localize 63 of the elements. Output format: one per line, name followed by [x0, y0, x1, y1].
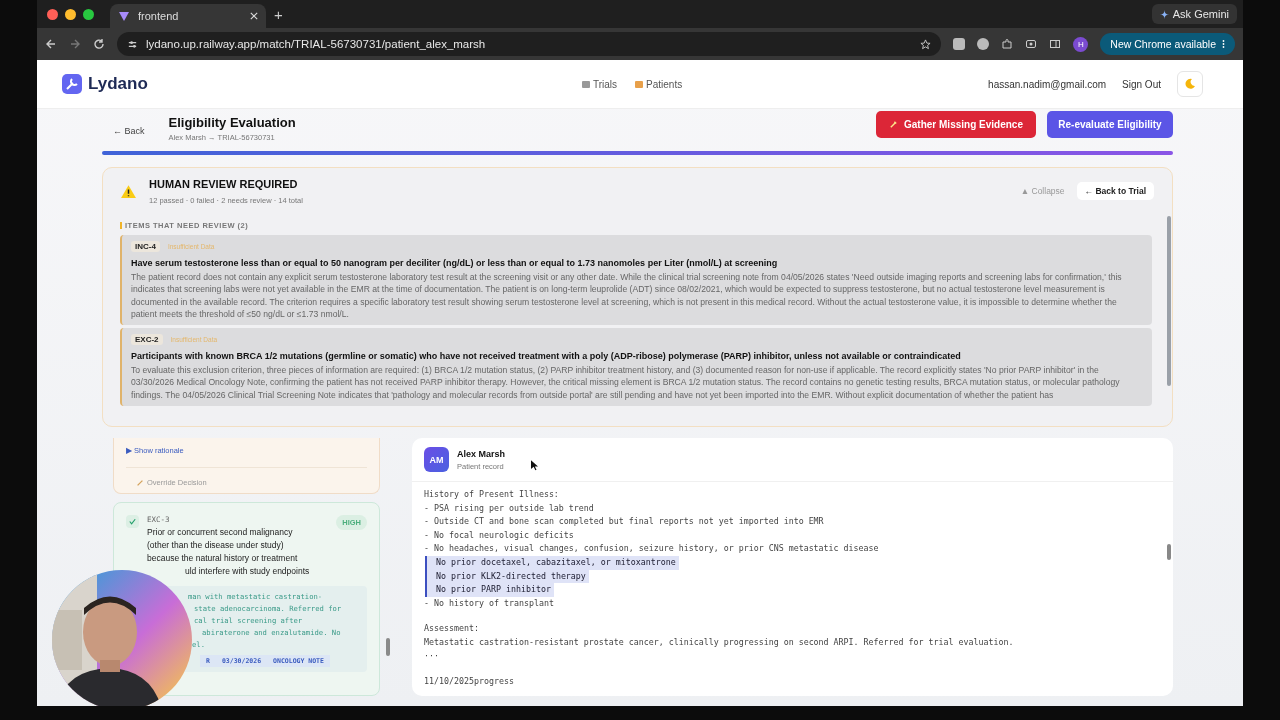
update-button[interactable]: New Chrome available [1100, 33, 1235, 55]
criterion-title: Participants with known BRCA 1/2 mutations (germline or somatic) who have not received treatment with a poly (ADP-ribose) polymerase (PARP) inhibitor, unless not available or contraindicated [131, 351, 962, 362]
sign-out-link[interactable]: Sign Out [1122, 78, 1161, 90]
criterion-text: uld interfere with study endpoints [184, 565, 311, 578]
sidebar-icon[interactable] [1049, 38, 1062, 50]
record-line: - No history of transplant [424, 596, 554, 610]
forward-arrow-icon[interactable] [69, 38, 81, 50]
pencil-icon [136, 478, 144, 487]
site-settings-icon[interactable] [127, 38, 138, 50]
new-tab-button[interactable]: + [274, 5, 283, 23]
reload-icon[interactable] [93, 38, 105, 50]
record-line: Assessment: [424, 622, 479, 636]
theme-toggle-button[interactable] [1177, 71, 1203, 97]
re-evaluate-button[interactable]: Re-evaluate Eligibility [1047, 110, 1173, 138]
nav-link[interactable]: Trials [582, 78, 618, 90]
moon-icon [1184, 78, 1196, 90]
extension-icon[interactable] [953, 38, 966, 50]
ask-gemini-button[interactable]: Ask Gemini [1151, 4, 1237, 24]
criterion-code: INC-4 [131, 241, 160, 252]
more-options-icon[interactable] [1222, 39, 1225, 49]
record-line: 11/10/2025progress [424, 675, 514, 689]
sparkle-icon [1159, 9, 1169, 19]
record-line: - No focal neurologic deficits [424, 528, 574, 542]
record-line: ··· [424, 649, 439, 663]
criterion-code: EXC-2 [131, 334, 163, 346]
record-line: - No headaches, visual changes, confusion, seizure history, or prior CNS metastatic disease [424, 542, 879, 556]
user-email: hassan.nadim@gmail.com [988, 78, 1107, 90]
patient-avatar: AM [424, 447, 449, 472]
back-link[interactable]: ← Back [113, 126, 145, 136]
patient-name: Alex Marsh [457, 448, 506, 459]
criterion-text: because the natural history or treatment [147, 552, 299, 565]
record-line: History of Present Illness: [424, 488, 559, 501]
extension-icon[interactable] [977, 38, 990, 50]
close-icon[interactable] [250, 12, 258, 20]
pencil-icon [889, 119, 899, 129]
browser-tab[interactable]: frontend [110, 4, 266, 28]
address-bar[interactable]: lydano.up.railway.app/match/TRIAL-56730731/patient_alex_marsh [117, 32, 942, 56]
nav-link[interactable]: Patients [635, 78, 683, 90]
app-logo-text: Lydano [88, 74, 148, 94]
record-line: - Outside CT and bone scan completed but final reports not yet imported into EMR [424, 515, 824, 529]
maximize-window-button[interactable] [83, 8, 94, 20]
logo-icon [62, 74, 82, 94]
profile-avatar[interactable]: H [1073, 36, 1089, 52]
criterion-rationale: The patient record does not contain any explicit serum testosterone laboratory test result at the screening visit or any other date. While the clinical trial screening note from 04/05/2026 states 'Need outside imaging reports and screening labs for confirmation,' this indicates that screening labs were not yet available in the EMR at the time of documentation. The patient is on long-term leuprolide (ADT) since 08/02/2021, which would be expected to suppress testosterone, but no actual testosterone level measurement is documented in the available record. The criterion requires a specific laboratory test result showing serum testosterone level at screening, which is not present in this medical record. Without the actual testosterone value, it is impossible to determine whether the patient meets the threshold of ≤50 ng/dL or ≤1.73 nmol/L. [131, 271, 1123, 321]
minimize-window-button[interactable] [65, 8, 76, 20]
media-icon[interactable] [1025, 38, 1038, 50]
criterion-text: (other than the disease under study) [147, 539, 285, 552]
record-line: Metastatic castration-resistant prostate cancer, clinically progressing on second ARPI. Referred for trial evaluation. [424, 635, 1014, 649]
gather-evidence-button[interactable]: Gather Missing Evidence [876, 110, 1036, 138]
page-title: Eligibility Evaluation [168, 114, 296, 130]
close-window-button[interactable] [47, 8, 58, 20]
record-line: - PSA rising per outside lab trend [424, 501, 594, 515]
review-title: HUMAN REVIEW REQUIRED [149, 178, 299, 190]
back-arrow-icon[interactable] [45, 38, 57, 50]
cursor-icon [531, 460, 539, 471]
warning-icon [120, 184, 137, 199]
puzzle-icon[interactable] [1001, 38, 1014, 50]
star-icon[interactable] [920, 38, 932, 50]
back-to-trial-button[interactable]: ← Back to Trial [1076, 182, 1154, 200]
criterion-text: Prior or concurrent second malignancy [147, 526, 294, 539]
criterion-rationale: To evaluate this exclusion criterion, three pieces of information are required: (1) BRCA 1/2 mutation status, (2) PARP inhibitor treatment history, and (3) documented reason for non-use if applicable. The record explicitly states 'No prior PARP inhibitor' in the 03/30/2026 Medical Oncology Note, confirming the patient has not received PARP inhibitor therapy. However, the critical missing element is BRCA 1/2 mutation status. The record contains no genetic testing results, BRCA mutation status, or molecular pathology findings. The 04/05/2026 Clinical Trial Screening Note indicates that 'pathology and molecular records from outside portal' are still pending and have not yet been imported into the EMR. Without explicit documentation of whether the patient has [131, 364, 1121, 402]
logo-icon [118, 10, 130, 22]
criterion-title: Have serum testosterone less than or equal to 50 nanogram per deciliter (ng/dL) or less than or equal to 1.73 nanomoles per Liter (nmol/L) at screening [131, 258, 779, 268]
